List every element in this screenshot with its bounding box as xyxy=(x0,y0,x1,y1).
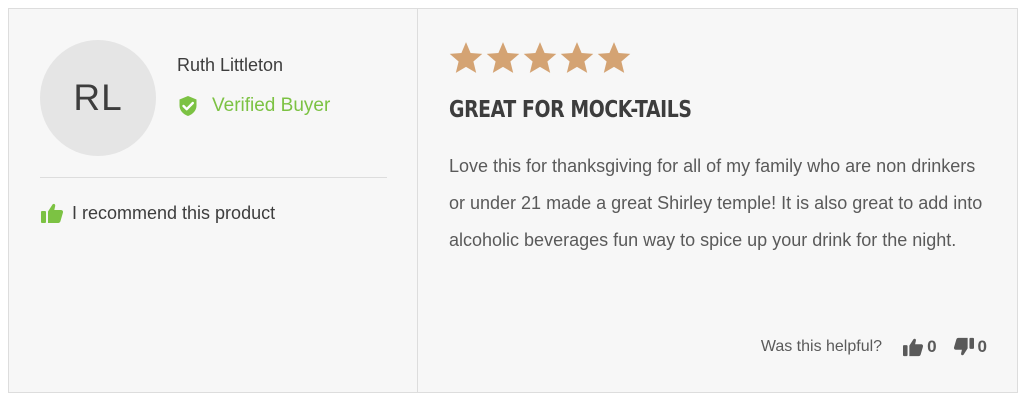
thumbs-down-icon xyxy=(953,337,974,356)
avatar-initials: RL xyxy=(73,77,123,118)
thumbs-up-icon xyxy=(41,203,64,223)
recommend-text: I recommend this product xyxy=(72,202,276,223)
recommend-statement: I recommend this product xyxy=(40,202,275,224)
reviewer-panel: RL Ruth Littleton Verified Buyer I recom… xyxy=(9,9,418,392)
star-rating xyxy=(448,41,633,75)
verified-badge: Verified Buyer xyxy=(178,95,330,117)
divider xyxy=(40,177,387,178)
helpful-no-count: 0 xyxy=(977,337,987,356)
star-icon xyxy=(486,42,520,73)
helpful-section: Was this helpful? 0 0 xyxy=(761,337,987,357)
star-icon xyxy=(523,42,557,73)
review-card: RL Ruth Littleton Verified Buyer I recom… xyxy=(8,8,1018,393)
star-icon xyxy=(560,42,594,73)
review-title: GREAT FOR MOCK-TAILS xyxy=(449,97,692,123)
avatar: RL xyxy=(40,40,156,156)
helpful-no-button[interactable]: 0 xyxy=(953,337,987,357)
helpful-yes-count: 0 xyxy=(927,337,937,356)
review-panel: GREAT FOR MOCK-TAILS Love this for thank… xyxy=(418,9,1017,392)
reviewer-name: Ruth Littleton xyxy=(177,55,284,75)
review-body: Love this for thanksgiving for all of my… xyxy=(449,156,983,250)
helpful-yes-button[interactable]: 0 xyxy=(902,337,937,357)
helpful-label: Was this helpful? xyxy=(760,338,883,355)
star-icon xyxy=(449,42,483,73)
thumbs-up-icon xyxy=(903,338,924,357)
verified-label: Verified Buyer xyxy=(212,95,331,116)
star-icon xyxy=(597,42,631,73)
shield-check-icon xyxy=(179,96,197,116)
